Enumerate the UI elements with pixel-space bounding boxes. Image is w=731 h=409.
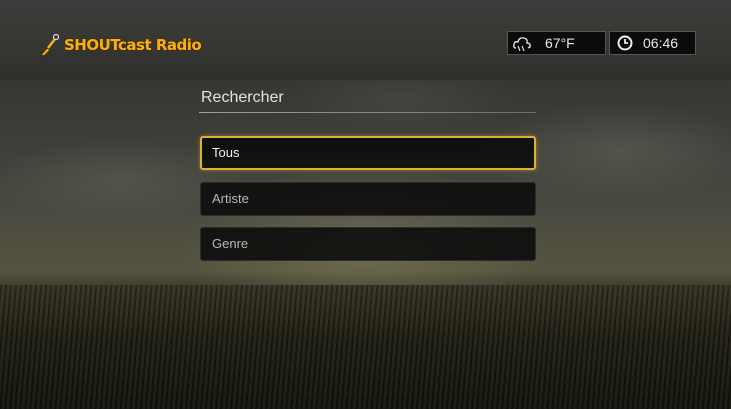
temperature-value: 67°F: [545, 35, 575, 51]
clock-widget: 06:46: [609, 31, 696, 55]
menu-item-genre[interactable]: Genre: [200, 227, 536, 261]
background-field: [0, 285, 731, 409]
app-logo: SHOUTcast Radio: [38, 33, 202, 57]
app-logo-text: SHOUTcast Radio: [64, 36, 202, 54]
top-bar: SHOUTcast Radio 67°F 06:46: [0, 0, 731, 80]
weather-cloud-icon: [513, 37, 531, 52]
clock-time: 06:46: [643, 35, 679, 51]
clock-icon: [617, 35, 633, 51]
guitar-icon: [40, 33, 60, 57]
page-title: Rechercher: [201, 89, 284, 106]
menu-item-tous[interactable]: Tous: [200, 136, 536, 170]
screen: SHOUTcast Radio 67°F 06:46 Rechercher To…: [0, 0, 731, 409]
menu-item-artiste[interactable]: Artiste: [200, 182, 536, 216]
weather-widget: 67°F: [507, 31, 606, 55]
title-divider: [199, 112, 536, 113]
